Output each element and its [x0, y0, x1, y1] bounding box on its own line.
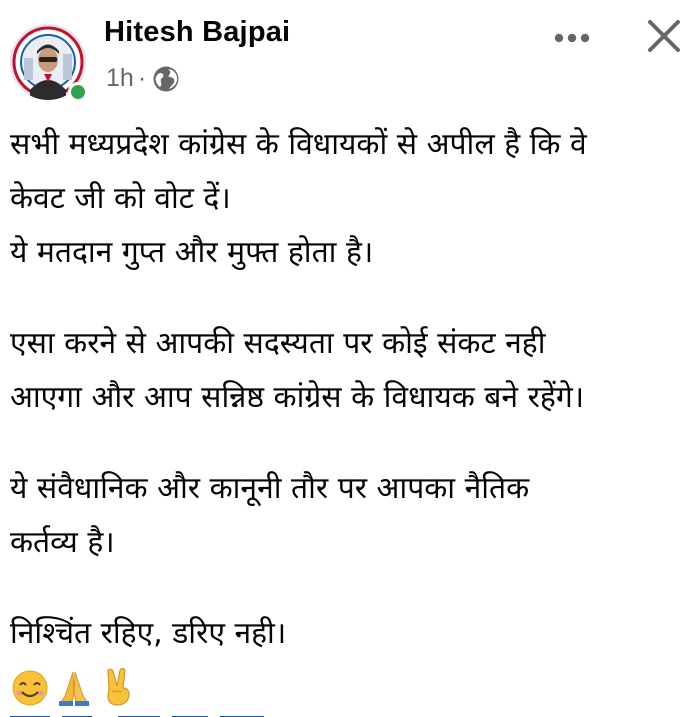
more-horizontal-icon [552, 29, 592, 48]
post-text-line: ये संवैधानिक और कानूनी तौर पर आपका नैतिक [10, 471, 530, 506]
post-text-line: एसा करने से आपकी सदस्यता पर कोई संकट नही [10, 326, 546, 361]
close-icon [646, 18, 682, 58]
post-header: Hitesh Bajpai 1h · [0, 0, 683, 110]
facebook-post: Hitesh Bajpai 1h · सभी मध्यप्रदेश कांग्र… [0, 0, 683, 717]
author-name[interactable]: Hitesh Bajpai [104, 16, 290, 49]
post-text-line: निश्चिंत रहिए, डरिए नही। [10, 616, 287, 651]
close-button[interactable] [642, 16, 683, 60]
smiling-face-emoji [10, 664, 50, 708]
cut-off-text-line [10, 708, 270, 717]
emoji-row [10, 664, 138, 708]
online-status-dot [68, 82, 88, 102]
post-body: सभी मध्यप्रदेश कांग्रेस के विधायकों से अ… [10, 118, 678, 661]
post-text-line: सभी मध्यप्रदेश कांग्रेस के विधायकों से अ… [10, 127, 587, 162]
meta-separator: · [137, 64, 147, 92]
post-text-line: आएगा और आप सन्निष्ठ कांग्रेस के विधायक ब… [10, 380, 585, 415]
post-text-line: केवट जी को वोट दें। [10, 181, 231, 216]
more-options-button[interactable] [548, 20, 596, 56]
victory-hand-emoji [98, 664, 138, 708]
globe-icon[interactable] [152, 65, 180, 93]
post-text-line: ये मतदान गुप्त और मुफ्त होता है। [10, 235, 374, 270]
author-avatar[interactable] [10, 24, 88, 102]
post-meta: 1h · [106, 64, 180, 93]
post-timestamp[interactable]: 1h [106, 64, 134, 93]
post-text-line: कर्तव्य है। [10, 525, 115, 560]
folded-hands-emoji [54, 664, 94, 708]
